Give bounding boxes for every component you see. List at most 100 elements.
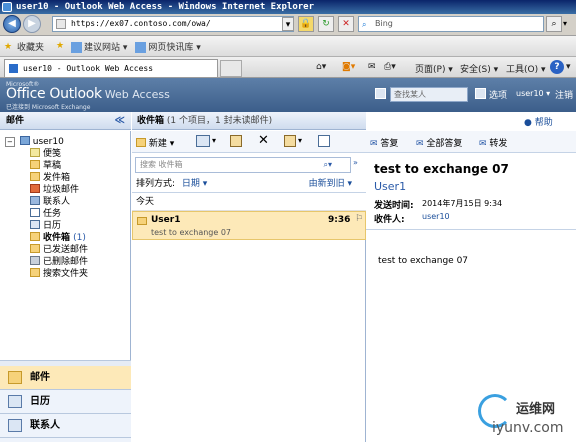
ie-page-icon: [135, 41, 147, 53]
flag-icon[interactable]: ⚐: [355, 214, 363, 224]
folder-outbox[interactable]: 发件箱: [30, 172, 70, 184]
reading-sender[interactable]: User1: [374, 180, 406, 193]
message-row[interactable]: User1 9:36 ⚐ test to exchange 07: [132, 211, 366, 240]
folder-junk[interactable]: 垃圾邮件: [30, 184, 79, 196]
note-icon: [30, 148, 40, 157]
sent-label: 发送时间:: [374, 201, 414, 211]
unread-envelope-icon: [137, 217, 147, 225]
group-header-today: 今天: [132, 193, 366, 211]
collapse-pane-button[interactable]: ≪: [115, 112, 125, 130]
help-link[interactable]: ● 帮助: [524, 115, 553, 128]
forward-button[interactable]: ✉ 转发: [479, 136, 507, 149]
watermark: 运维网 iyunv.com: [470, 390, 576, 442]
tree-root-user10[interactable]: − user10: [5, 136, 64, 148]
folder-contacts[interactable]: 联系人: [30, 196, 70, 208]
message-sender: User1: [151, 215, 181, 225]
address-book-icon[interactable]: [375, 88, 386, 99]
nav-contacts[interactable]: 联系人: [0, 414, 131, 438]
nav-mail[interactable]: 邮件: [0, 366, 131, 390]
owa-header: Microsoft® Office Outlook Web Access 已连接…: [0, 78, 576, 112]
folder-notes[interactable]: 便笺: [30, 148, 61, 160]
tasks-icon: [30, 208, 40, 217]
browser-tab[interactable]: user10 - Outlook Web Access: [4, 59, 218, 77]
lock-icon[interactable]: 🔒: [298, 16, 314, 32]
address-input[interactable]: https://ex07.contoso.com/owa/: [52, 16, 294, 32]
collapse-toggle-icon[interactable]: −: [5, 137, 15, 147]
reply-all-button[interactable]: ✉ 全部答复: [416, 136, 462, 149]
folder-deleted[interactable]: 已删除邮件: [30, 256, 88, 268]
safety-menu[interactable]: 安全(S) ▾: [460, 62, 498, 75]
calendar-icon: [30, 220, 40, 229]
folder-tasks[interactable]: 任务: [30, 208, 61, 220]
message-body: test to exchange 07: [378, 256, 469, 266]
help-icon[interactable]: ?: [550, 60, 564, 74]
inbox-header: 收件箱 (1 个项目，1 封未读邮件): [132, 112, 366, 130]
favorites-button[interactable]: ★ 收藏夹: [4, 40, 44, 53]
back-button[interactable]: ◀: [3, 15, 21, 33]
nav-calendar[interactable]: 日历: [0, 390, 131, 414]
mail-pane-header: 邮件 ≪: [0, 112, 131, 130]
deleted-icon: [30, 256, 40, 265]
message-subject: test to exchange 07: [151, 228, 232, 237]
suggested-sites-link[interactable]: 建议网站 ▾: [71, 40, 127, 53]
to-value[interactable]: user10: [422, 212, 450, 221]
mail-icon[interactable]: ✉: [368, 62, 376, 72]
web-slice-gallery-link[interactable]: 网页快讯库 ▾: [135, 40, 201, 53]
refresh-icon[interactable]: ↻: [318, 16, 334, 32]
folder-move-icon[interactable]: [230, 135, 242, 147]
move-chevron-icon[interactable]: ▾: [212, 136, 216, 145]
new-tab-button[interactable]: [220, 60, 242, 77]
ie-icon: [2, 2, 12, 12]
page-menu[interactable]: 页面(P) ▾: [415, 62, 453, 75]
search-icon[interactable]: ⌕▾: [324, 158, 333, 172]
search-options-chevron-icon[interactable]: ▾: [563, 19, 567, 28]
folder-inbox[interactable]: 收件箱 (1): [30, 232, 86, 244]
forward-button[interactable]: ▶: [23, 15, 41, 33]
outbox-icon: [30, 172, 40, 181]
ie-page-icon: [71, 41, 83, 53]
add-favorite-icon[interactable]: ★: [56, 41, 69, 52]
feeds-icon[interactable]: ◙▾: [342, 62, 355, 72]
check-messages-icon[interactable]: [284, 135, 296, 147]
options-link[interactable]: 选项: [489, 88, 507, 101]
sort-field-dropdown[interactable]: 日期 ▾: [182, 179, 207, 189]
favorites-bar: ★ 收藏夹 ★ 建议网站 ▾ 网页快讯库 ▾: [0, 36, 576, 57]
reply-all-icon: ✉: [416, 139, 424, 149]
help-circle-icon: ●: [524, 118, 532, 128]
home-icon[interactable]: ⌂▾: [316, 62, 326, 72]
bing-icon: ⌕: [362, 20, 367, 29]
folder-search-folders[interactable]: 搜索文件夹: [30, 268, 88, 280]
contacts-icon: [8, 419, 22, 432]
reply-button[interactable]: ✉ 答复: [370, 136, 398, 149]
draft-icon: [30, 160, 40, 169]
search-folder-icon: [30, 268, 40, 277]
inbox-search-input[interactable]: 搜索 收件箱 ⌕▾: [135, 157, 351, 173]
print-icon[interactable]: ⎙▾: [384, 62, 396, 72]
address-dropdown-button[interactable]: ▾: [282, 17, 294, 31]
user-menu[interactable]: user10 ▾: [516, 89, 550, 98]
message-list-body: [132, 240, 366, 442]
owa-logo: Microsoft® Office Outlook Web Access 已连接…: [6, 81, 170, 111]
folder-calendar[interactable]: 日历: [30, 220, 61, 232]
new-message-button[interactable]: 新建 ▾: [136, 136, 174, 149]
tab-bar: user10 - Outlook Web Access ⌂▾ ◙▾ ✉ ⎙▾ 页…: [0, 57, 576, 78]
expand-search-icon[interactable]: »: [353, 158, 358, 167]
move-icon[interactable]: [196, 135, 210, 147]
folder-sent[interactable]: 已发送邮件: [30, 244, 88, 256]
search-button[interactable]: ⌕: [546, 16, 562, 32]
search-input[interactable]: ⌕ Bing: [358, 16, 544, 32]
logout-link[interactable]: 注销: [555, 88, 573, 101]
sort-bar: 排列方式: 日期 ▾ 由新到旧 ▾: [132, 177, 366, 193]
sort-order-dropdown[interactable]: 由新到旧 ▾: [309, 177, 352, 192]
folder-drafts[interactable]: 草稿: [30, 160, 61, 172]
contacts-icon: [30, 196, 40, 205]
help-chevron-icon[interactable]: ▾: [566, 62, 571, 72]
stop-icon[interactable]: ✕: [338, 16, 354, 32]
nav-tasks[interactable]: 任务: [0, 438, 131, 442]
reading-toolbar: ✉ 答复 ✉ 全部答复 ✉ 转发: [366, 131, 576, 153]
delete-icon[interactable]: ✕: [258, 133, 269, 148]
find-someone-input[interactable]: 查找某人: [390, 87, 468, 102]
reading-pane-icon[interactable]: [318, 135, 330, 147]
tools-menu[interactable]: 工具(O) ▾: [506, 62, 546, 75]
check-chevron-icon[interactable]: ▾: [298, 136, 302, 145]
